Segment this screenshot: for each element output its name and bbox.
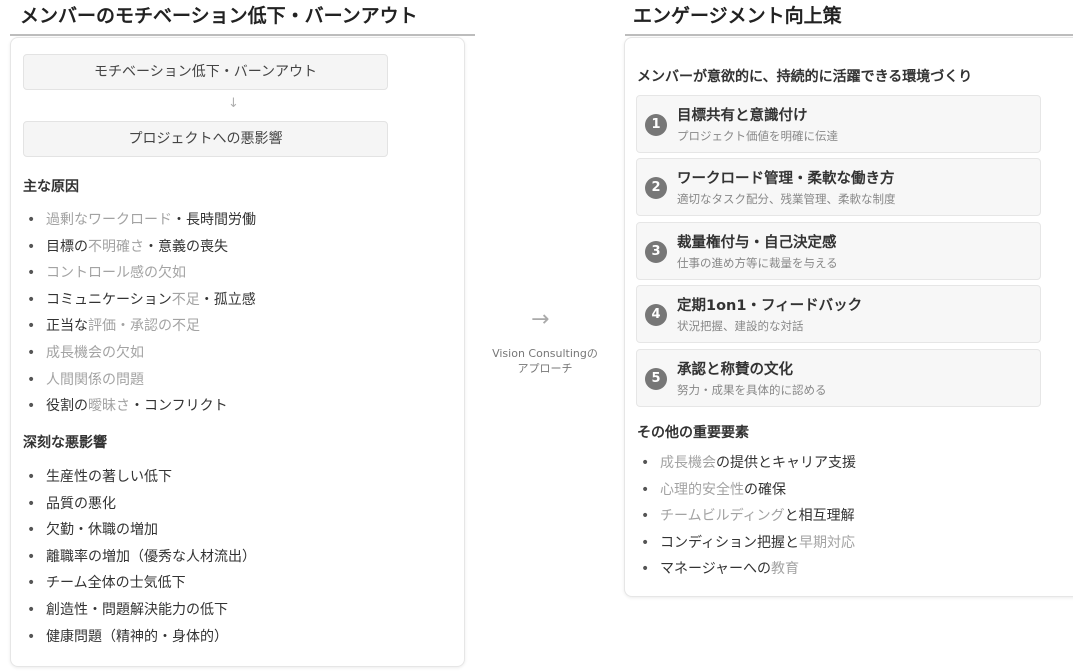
approach-caption: Vision Consultingの アプローチ (480, 346, 610, 376)
list-item: 役割の曖昧さ・コンフリクト (23, 393, 256, 420)
number-badge: 2 (645, 177, 667, 199)
impact-list: 生産性の著しい低下 品質の悪化 欠勤・休職の増加 離職率の増加（優秀な人材流出）… (23, 464, 256, 650)
impact-heading: 深刻な悪影響 (23, 435, 107, 451)
list-item: 離職率の増加（優秀な人材流出） (23, 544, 256, 571)
approach-caption-line2: アプローチ (517, 362, 573, 375)
strategy-title: 目標共有と意識付け (677, 108, 808, 124)
strategy-title: 裁量権付与・自己決定感 (677, 235, 837, 251)
list-item-text: の提供とキャリア支援 (716, 455, 856, 471)
list-item: 健康問題（精神的・身体的） (23, 624, 256, 651)
solution-subtitle: メンバーが意欲的に、持続的に活躍できる環境づくり (637, 69, 973, 85)
list-item-text: チームビルディング (660, 508, 785, 525)
strategy-card: 5 承認と称賛の文化 努力・成果を具体的に認める (636, 349, 1041, 407)
list-item-text: 曖昧さ (88, 398, 130, 415)
causes-heading: 主な原因 (23, 179, 79, 195)
list-item-text: コミュニケーション (46, 291, 172, 308)
list-item: 正当な評価・承認の不足 (23, 313, 256, 340)
list-item-text: 不明確さ (88, 238, 144, 255)
problem-card: モチベーション低下・バーンアウト ↓ プロジェクトへの悪影響 主な原因 過剰なワ… (10, 37, 465, 667)
strategy-card: 2 ワークロード管理・柔軟な働き方 適切なタスク配分、残業管理、柔軟な制度 (636, 158, 1041, 216)
list-item-text: 人間関係の問題 (46, 371, 144, 388)
number-badge: 4 (645, 304, 667, 326)
list-item: 人間関係の問題 (23, 367, 256, 394)
list-item: コミュニケーション不足・孤立感 (23, 287, 256, 314)
list-item-text: 評価・承認の不足 (88, 318, 200, 335)
strategy-title: 定期1on1・フィードバック (677, 298, 863, 314)
list-item-text: 成長機会の欠如 (46, 344, 144, 361)
list-item-text: と相互理解 (784, 508, 855, 525)
strategy-card: 1 目標共有と意識付け プロジェクト価値を明確に伝達 (636, 95, 1041, 153)
list-item-text: 正当な (46, 318, 88, 335)
other-factors-heading: その他の重要要素 (637, 425, 749, 441)
strategy-title: 承認と称賛の文化 (677, 362, 793, 378)
list-item: チームビルディングと相互理解 (637, 503, 856, 530)
list-item: 心理的安全性の確保 (637, 477, 856, 504)
list-item: コントロール感の欠如 (23, 260, 256, 287)
right-section-title: エンゲージメント向上策 (625, 1, 1073, 36)
left-section-title: メンバーのモチベーション低下・バーンアウト (10, 1, 475, 36)
causes-list: 過剰なワークロード・長時間労働目標の不明確さ・意義の喪失コントロール感の欠如コミ… (23, 207, 256, 420)
list-item-text: 過剰なワークロード (46, 212, 172, 228)
list-item: 成長機会の提供とキャリア支援 (637, 450, 856, 477)
down-arrow-icon: ↓ (228, 96, 239, 111)
list-item-text: 不足 (171, 291, 200, 308)
strategy-card: 3 裁量権付与・自己決定感 仕事の進め方等に裁量を与える (636, 222, 1041, 280)
flow-box-project-impact: プロジェクトへの悪影響 (23, 121, 388, 157)
number-badge: 1 (645, 114, 667, 136)
list-item-text: ・長時間労働 (172, 212, 256, 228)
list-item-text: 役割の (46, 398, 88, 415)
list-item: マネージャーへの教育 (637, 556, 856, 583)
list-item-text: ・意義の喪失 (144, 238, 228, 255)
strategy-description: 状況把握、建設的な対話 (677, 319, 804, 333)
strategy-description: 努力・成果を具体的に認める (677, 383, 827, 397)
list-item-text: の確保 (744, 481, 786, 498)
list-item-text: コントロール感の欠如 (46, 265, 186, 282)
other-factors-list: 成長機会の提供とキャリア支援心理的安全性の確保チームビルディングと相互理解コンデ… (637, 450, 856, 583)
list-item-text: 早期対応 (799, 534, 856, 551)
list-item-text: 心理的安全性 (660, 481, 744, 498)
list-item-text: 教育 (771, 561, 800, 578)
list-item: 成長機会の欠如 (23, 340, 256, 367)
list-item: 生産性の著しい低下 (23, 464, 256, 491)
flow-box-burnout: モチベーション低下・バーンアウト (23, 54, 388, 90)
strategy-card: 4 定期1on1・フィードバック 状況把握、建設的な対話 (636, 285, 1041, 343)
list-item: 創造性・問題解決能力の低下 (23, 597, 256, 624)
list-item: 欠勤・休職の増加 (23, 517, 256, 544)
solution-card: メンバーが意欲的に、持続的に活躍できる環境づくり 1 目標共有と意識付け プロジ… (624, 37, 1073, 597)
list-item: チーム全体の士気低下 (23, 570, 256, 597)
list-item: 過剰なワークロード・長時間労働 (23, 207, 256, 234)
strategy-description: プロジェクト価値を明確に伝達 (677, 129, 838, 143)
strategy-description: 仕事の進め方等に裁量を与える (677, 256, 838, 270)
list-item-text: ・コンフリクト (130, 398, 228, 415)
approach-caption-line1: Vision Consultingの (492, 347, 598, 360)
list-item: コンディション把握と早期対応 (637, 530, 856, 557)
list-item: 品質の悪化 (23, 491, 256, 518)
list-item: 目標の不明確さ・意義の喪失 (23, 234, 256, 261)
list-item-text: マネージャーへの (660, 561, 772, 578)
right-arrow-icon: → (531, 307, 550, 332)
strategy-title: ワークロード管理・柔軟な働き方 (677, 171, 895, 187)
list-item-text: 成長機会 (660, 455, 716, 471)
number-badge: 3 (645, 241, 667, 263)
list-item-text: ・孤立感 (199, 291, 256, 308)
list-item-text: コンディション把握と (660, 534, 800, 551)
list-item-text: 目標の (46, 238, 88, 255)
number-badge: 5 (645, 368, 667, 390)
strategy-description: 適切なタスク配分、残業管理、柔軟な制度 (677, 192, 896, 206)
